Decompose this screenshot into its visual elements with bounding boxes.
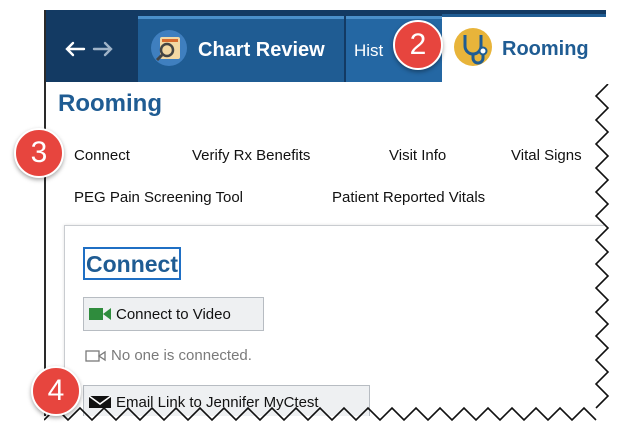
subnav-visit-info[interactable]: Visit Info (389, 147, 446, 164)
connection-status-text: No one is connected. (111, 347, 252, 364)
connect-panel: Connect Connect to Video No one is conne… (64, 225, 606, 418)
subnav-connect[interactable]: Connect (74, 147, 130, 164)
forward-arrow-icon[interactable] (92, 41, 114, 57)
back-arrow-icon[interactable] (64, 41, 86, 57)
subnav-peg-pain-screening[interactable]: PEG Pain Screening Tool (74, 189, 243, 206)
chart-review-icon (150, 29, 188, 72)
video-status-icon (85, 349, 107, 363)
tab-chart-review-label: Chart Review (198, 39, 325, 61)
step-badge-4: 4 (31, 366, 81, 416)
tab-chart-review[interactable]: Chart Review (138, 16, 344, 82)
tab-rooming[interactable]: Rooming (442, 14, 606, 82)
tab-history-label: Hist (354, 40, 384, 60)
video-camera-icon (88, 307, 112, 321)
connect-heading: Connect (83, 247, 181, 280)
tab-rooming-label: Rooming (502, 38, 589, 60)
connect-to-video-button[interactable]: Connect to Video (83, 297, 264, 331)
torn-edge-bottom (44, 406, 604, 427)
app-window: Chart Review Hist Rooming Rooming Connec… (44, 10, 606, 418)
history-nav (64, 34, 124, 64)
page-title: Rooming (58, 90, 162, 117)
subnav-verify-rx-benefits[interactable]: Verify Rx Benefits (192, 147, 310, 164)
tab-bar: Chart Review Hist Rooming (46, 10, 606, 82)
torn-edge-right (594, 84, 617, 409)
connect-to-video-label: Connect to Video (116, 305, 231, 323)
stethoscope-icon (452, 26, 494, 73)
step-badge-3: 3 (14, 128, 64, 178)
connection-status: No one is connected. (85, 347, 252, 364)
step-badge-2: 2 (393, 20, 443, 70)
subnav-vital-signs[interactable]: Vital Signs (511, 147, 582, 164)
subnav-patient-reported-vitals[interactable]: Patient Reported Vitals (332, 189, 485, 206)
